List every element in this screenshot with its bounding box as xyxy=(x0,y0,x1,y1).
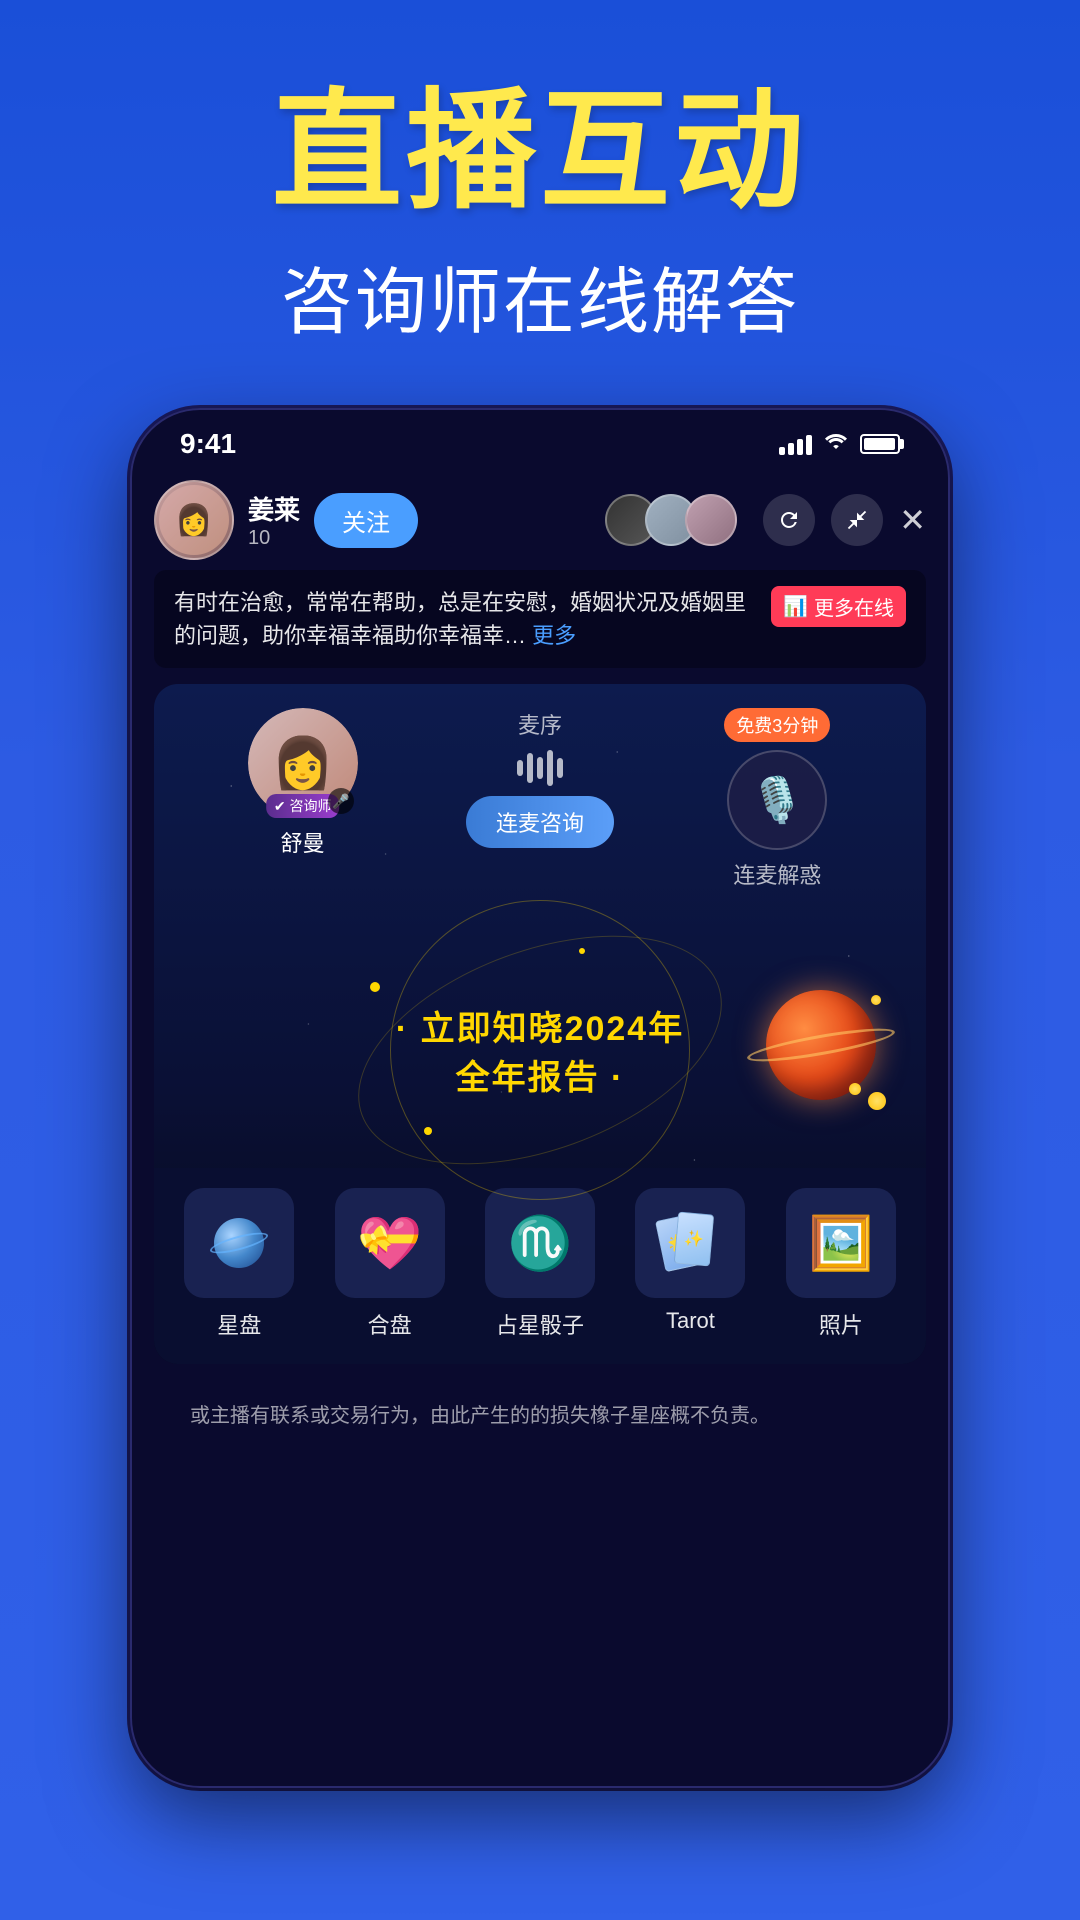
gold-dot-2 xyxy=(849,1083,861,1095)
queue-label: 麦序 xyxy=(518,708,562,740)
wifi-icon xyxy=(824,431,848,457)
mic-indicator: 🎤 xyxy=(328,788,354,814)
main-title: 直播互动 xyxy=(0,80,1080,223)
tool-label-photo: 照片 xyxy=(819,1308,863,1340)
wave-bar-3 xyxy=(537,757,543,779)
follow-button[interactable]: 关注 xyxy=(314,493,418,548)
mic-add-button[interactable]: 🎙️ xyxy=(727,750,827,850)
orbit-dot-3 xyxy=(579,948,585,954)
orbit-dot-1 xyxy=(370,982,380,992)
sub-title: 咨询师在线解答 xyxy=(0,243,1080,348)
viewer-avatar-3 xyxy=(685,494,737,546)
header-icons: ✕ xyxy=(763,494,926,546)
wave-bar-5 xyxy=(557,758,563,778)
status-bar: 9:41 xyxy=(130,408,950,470)
signal-icon xyxy=(779,433,812,455)
description-text: 有时在治愈，常常在帮助，总是在安慰，婚姻状况及婚姻里的问题，助你幸福幸福助你幸福… xyxy=(174,586,755,652)
waveform xyxy=(517,748,563,788)
free-badge: 免费3分钟 xyxy=(724,708,830,742)
photo-icon: 🖼️ xyxy=(808,1213,873,1274)
phone-container: 9:41 👩 xyxy=(130,408,950,1808)
status-time: 9:41 xyxy=(180,428,236,460)
wave-bar-1 xyxy=(517,760,523,776)
gold-dot-3 xyxy=(871,995,881,1005)
online-badge-text: 更多在线 xyxy=(814,592,894,621)
wave-bar-2 xyxy=(527,753,533,783)
gold-dot-1 xyxy=(868,1092,886,1110)
minimize-icon[interactable] xyxy=(831,494,883,546)
more-link[interactable]: 更多 xyxy=(532,623,576,648)
refresh-icon[interactable] xyxy=(763,494,815,546)
tarot-cards-icon: 🌟 ✨ xyxy=(660,1213,720,1273)
scorpio-icon: ♏ xyxy=(508,1213,573,1274)
heart-combo-icon: 💝 xyxy=(357,1213,422,1274)
status-icons xyxy=(779,431,900,457)
disclaimer: 或主播有联系或交易行为，由此产生的的损失橡子星座概不负责。 xyxy=(130,1380,950,1452)
online-badge: 📊 更多在线 xyxy=(771,586,906,627)
disclaimer-text: 或主播有联系或交易行为，由此产生的的损失橡子星座概不负责。 xyxy=(190,1400,890,1432)
planet-3d xyxy=(766,990,886,1110)
consultants-row: 👩 ✔ 咨询师 🎤 舒曼 麦序 xyxy=(154,684,926,900)
consultant-name: 舒曼 xyxy=(281,826,325,858)
connect-btn[interactable]: 连麦咨询 xyxy=(466,796,614,848)
mic-add-icon: 🎙️ xyxy=(750,774,805,826)
orbit-line2: 全年报告 · xyxy=(396,1050,684,1099)
consultant-slot: 👩 ✔ 咨询师 🎤 舒曼 xyxy=(184,708,421,890)
viewer-avatars xyxy=(605,494,737,546)
streamer-count: 10 xyxy=(248,527,300,550)
battery-icon xyxy=(860,434,900,454)
orbit-text: · 立即知晓2024年 全年报告 · xyxy=(396,1001,684,1099)
wave-bar-4 xyxy=(547,750,553,786)
live-area: 👩 ✔ 咨询师 🎤 舒曼 麦序 xyxy=(154,684,926,1364)
streamer-info: 姜莱 10 xyxy=(248,490,300,550)
planet-ring xyxy=(745,1022,896,1068)
planet-sphere xyxy=(766,990,876,1100)
tool-label-xingpan: 星盘 xyxy=(217,1308,261,1340)
header-section: 直播互动 咨询师在线解答 xyxy=(0,0,1080,348)
avatar-face: 👩 xyxy=(159,485,229,555)
streamer-header: 👩 姜莱 10 关注 xyxy=(130,470,950,570)
orbit-line1: · 立即知晓2024年 xyxy=(396,1001,684,1050)
orbit-section: · 立即知晓2024年 全年报告 · xyxy=(154,880,926,1220)
description-area: 有时在治愈，常常在帮助，总是在安慰，婚姻状况及婚姻里的问题，助你幸福幸福助你幸福… xyxy=(154,570,926,668)
tool-label-tarot: Tarot xyxy=(666,1308,715,1334)
phone-frame: 9:41 👩 xyxy=(130,408,950,1788)
queue-slot: 麦序 连麦咨询 xyxy=(421,708,658,890)
tool-label-hepan: 合盘 xyxy=(368,1308,412,1340)
close-icon[interactable]: ✕ xyxy=(899,501,926,539)
tool-label-dice: 占星骰子 xyxy=(496,1308,584,1340)
free-slot: 免费3分钟 🎙️ 连麦解惑 xyxy=(659,708,896,890)
streamer-name: 姜莱 xyxy=(248,490,300,527)
streamer-avatar: 👩 xyxy=(154,480,234,560)
